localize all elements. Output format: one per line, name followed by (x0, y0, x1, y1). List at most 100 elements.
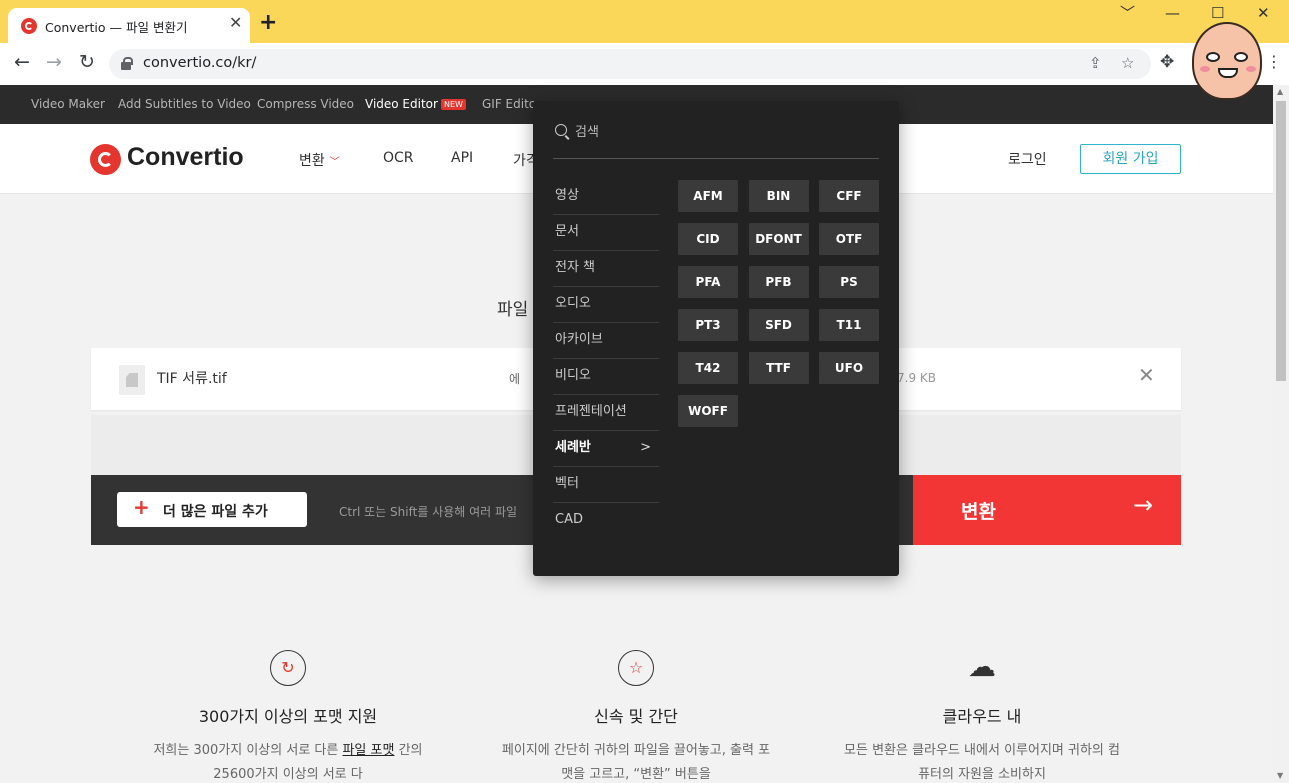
new-badge: NEW (440, 99, 466, 110)
promo-compress-video[interactable]: Compress Video (257, 97, 354, 111)
avatar-blush (1246, 66, 1256, 72)
format-option-button[interactable]: T11 (819, 309, 879, 341)
format-category-item[interactable]: 전자 책 (553, 251, 659, 287)
format-option-button[interactable]: CFF (819, 180, 879, 212)
format-category-label: 전자 책 (555, 260, 596, 275)
page-scrollbar[interactable]: ▲ ▼ (1273, 85, 1289, 783)
format-category-label: 아카이브 (555, 332, 603, 347)
promo-video-maker[interactable]: Video Maker (31, 97, 105, 111)
forward-button[interactable]: → (46, 53, 62, 72)
plus-icon: + (133, 495, 150, 519)
star-icon: ☆ (618, 650, 654, 686)
format-category-label: 프레젠테이션 (555, 404, 627, 419)
promo-video-editor-label: Video Editor (365, 97, 438, 111)
format-category-list: 영상문서전자 책오디오아카이브비디오프레젠테이션세례반 > 벡터 CAD (553, 179, 659, 539)
browser-menu-icon[interactable]: ⋮ (1266, 54, 1282, 70)
login-link[interactable]: 로그인 (1008, 149, 1047, 169)
format-category-item[interactable]: CAD (553, 503, 659, 539)
nav-ocr[interactable]: OCR (383, 150, 414, 166)
profile-avatar[interactable] (1192, 22, 1262, 100)
extensions-puzzle-icon[interactable]: ✥ (1160, 54, 1174, 71)
close-window-button[interactable]: ✕ (1257, 6, 1270, 21)
convert-button[interactable]: 변환 → (913, 475, 1181, 545)
feature-description: 저희는 300가지 이상의 서로 다른 파일 포맷 간의 25600가지 이상의… (148, 739, 428, 783)
format-dropdown: 영상문서전자 책오디오아카이브비디오프레젠테이션세례반 > 벡터 CAD AFM BIN… (533, 101, 899, 576)
logo-text[interactable]: Convertio (127, 143, 244, 172)
chevron-right-icon: > (640, 440, 651, 455)
format-category-label: 영상 (555, 188, 579, 203)
format-option-button[interactable]: UFO (819, 352, 879, 384)
promo-video-editor[interactable]: Video Editor NEW (365, 97, 466, 111)
format-option-button[interactable]: AFM (678, 180, 738, 212)
avatar-mouth (1218, 68, 1238, 78)
hero-text: 파일 (497, 300, 529, 320)
format-option-button[interactable]: CID (678, 223, 738, 255)
format-option-button[interactable]: OTF (819, 223, 879, 255)
scroll-down-icon[interactable]: ▼ (1277, 771, 1283, 780)
format-search-input[interactable] (575, 120, 865, 144)
feature-description: 모든 변환은 클라우드 내에서 이루어지며 귀하의 컴퓨터의 자원을 소비하지 (844, 743, 1120, 782)
tab-title: Convertio — 파일 변환기 (45, 20, 188, 35)
new-tab-button[interactable]: + (259, 12, 277, 34)
format-option-button[interactable]: PS (819, 266, 879, 298)
feature-title: 300가지 이상의 포맷 지원 (198, 707, 378, 726)
file-document-icon (119, 365, 145, 395)
format-category-label: 문서 (555, 224, 579, 239)
browser-toolbar: ← → ↻ convertio.co/kr/ ⇪ ☆ ✥ ⋮ (0, 43, 1289, 85)
maximize-button[interactable]: ☐ (1211, 6, 1224, 21)
back-button[interactable]: ← (14, 53, 30, 72)
file-formats-link[interactable]: 파일 포맷 (342, 743, 394, 758)
format-category-label: 오디오 (555, 296, 591, 311)
format-category-item[interactable]: 벡터 (553, 467, 659, 503)
chevron-down-icon: ﹀ (329, 157, 340, 168)
nav-convert-label: 변환 (299, 153, 325, 169)
format-option-button[interactable]: PFB (748, 266, 809, 298)
format-option-button[interactable]: PFA (678, 266, 738, 298)
convertio-logo-icon[interactable] (90, 144, 121, 175)
format-category-item[interactable]: 프레젠테이션 (553, 395, 659, 431)
format-category-item[interactable]: 비디오 (553, 359, 659, 395)
format-option-button[interactable]: TTF (748, 352, 809, 384)
scroll-thumb[interactable] (1276, 101, 1286, 381)
format-option-button[interactable]: DFONT (748, 223, 809, 255)
feature-formats: ↻ 300가지 이상의 포맷 지원 저희는 300가지 이상의 서로 다른 파일… (148, 650, 428, 783)
format-category-item[interactable]: 아카이브 (553, 323, 659, 359)
format-option-button[interactable]: PT3 (678, 309, 738, 341)
feature-desc-text: 저희는 300가지 이상의 서로 다른 (153, 743, 343, 758)
format-category-label: 비디오 (555, 368, 591, 383)
scroll-up-icon[interactable]: ▲ (1277, 87, 1283, 96)
format-option-button[interactable]: SFD (748, 309, 809, 341)
bookmark-star-icon[interactable]: ☆ (1121, 54, 1134, 72)
address-bar[interactable]: convertio.co/kr/ ⇪ ☆ (109, 49, 1151, 79)
format-option-button[interactable]: T42 (678, 352, 738, 384)
tab-close-icon[interactable]: ✕ (229, 15, 242, 31)
browser-tab[interactable]: Convertio — 파일 변환기 ✕ (8, 8, 250, 43)
format-category-item[interactable]: 세례반 > (553, 431, 659, 467)
format-option-button[interactable]: WOFF (678, 395, 738, 427)
format-category-label: CAD (555, 512, 583, 527)
format-category-label: 세례반 (555, 440, 591, 455)
minimize-button[interactable]: — (1165, 6, 1180, 21)
reload-button[interactable]: ↻ (79, 53, 95, 72)
avatar-eye (1234, 52, 1248, 62)
file-name: TIF 서류.tif (157, 371, 227, 387)
format-option-button[interactable]: BIN (748, 180, 809, 212)
format-category-item[interactable]: 오디오 (553, 287, 659, 323)
remove-file-icon[interactable]: ✕ (1138, 365, 1155, 385)
format-search (553, 119, 879, 159)
lock-icon[interactable] (121, 57, 133, 70)
format-category-item[interactable]: 문서 (553, 215, 659, 251)
tab-search-icon[interactable]: ﹀ (1120, 6, 1135, 21)
search-icon (555, 124, 567, 136)
share-icon[interactable]: ⇪ (1089, 54, 1102, 72)
nav-convert[interactable]: 변환 ﹀ (299, 150, 340, 170)
refresh-icon: ↻ (270, 650, 306, 686)
browser-titlebar: Convertio — 파일 변환기 ✕ + ﹀ — ☐ ✕ (0, 0, 1289, 43)
promo-add-subtitles[interactable]: Add Subtitles to Video (118, 97, 251, 111)
avatar-blush (1200, 66, 1210, 72)
format-category-item[interactable]: 영상 (553, 179, 659, 215)
signup-button[interactable]: 회원 가입 (1080, 144, 1181, 174)
nav-api[interactable]: API (451, 150, 473, 166)
add-more-files-button[interactable]: + 더 많은 파일 추가 (117, 492, 307, 527)
add-more-label: 더 많은 파일 추가 (163, 504, 268, 520)
